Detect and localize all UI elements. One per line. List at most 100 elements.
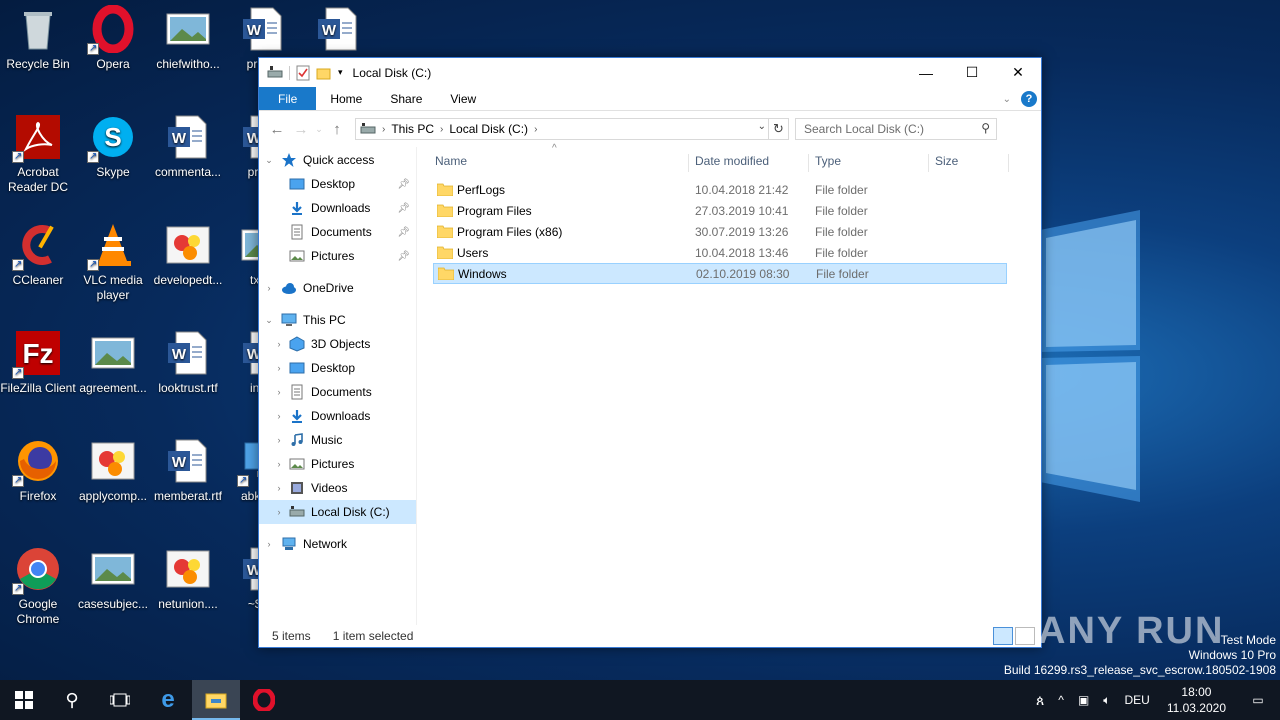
expand-chevron-icon[interactable]: › [273,411,285,421]
nav-network[interactable]: › Network [259,532,416,556]
file-row[interactable]: PerfLogs 10.04.2018 21:42 File folder [433,179,1007,200]
nav-pc-documents[interactable]: › Documents [259,380,416,404]
taskbar-edge[interactable]: e [144,680,192,720]
pin-icon[interactable]: 📌︎ [397,227,410,238]
volume-icon[interactable]: 🔈︎ [1096,693,1117,708]
collapse-chevron-icon[interactable]: ⌄ [263,315,275,326]
nav-qa-downloads[interactable]: Downloads 📌︎ [259,196,416,220]
back-button[interactable]: ← [265,121,289,138]
breadcrumb-separator[interactable]: › [382,124,385,135]
expand-ribbon-icon[interactable]: ⌄ [1003,94,1011,105]
input-language[interactable]: DEU [1117,693,1156,707]
desktop-icon[interactable]: applycomp... [75,437,151,504]
network-tray-icon[interactable]: ▣ [1071,693,1096,707]
nav-pc-local-disk-c-[interactable]: › Local Disk (C:) [259,500,416,524]
column-date-modified[interactable]: Date modified [689,154,809,172]
nav-quick-access[interactable]: ⌄ Quick access [259,148,416,172]
desktop-icon[interactable]: Firefox [0,437,76,504]
forward-button[interactable]: → [289,121,313,138]
expand-chevron-icon[interactable]: › [273,435,285,445]
file-row[interactable]: Users 10.04.2018 13:46 File folder [433,242,1007,263]
search-icon[interactable]: ⚲ [981,121,990,135]
file-row[interactable]: Windows 02.10.2019 08:30 File folder [433,263,1007,284]
breadcrumb-separator[interactable]: › [534,124,537,135]
desktop-icon[interactable]: S Skype [75,113,151,180]
desktop-icon[interactable]: Opera [75,4,151,72]
expand-chevron-icon[interactable]: › [273,459,285,469]
show-hidden-icons-icon[interactable]: ^ [1051,693,1071,707]
nav-qa-documents[interactable]: Documents 📌︎ [259,220,416,244]
desktop-icon[interactable]: CCleaner [0,221,76,288]
nav-pc-music[interactable]: › Music [259,428,416,452]
nav-onedrive[interactable]: › OneDrive [259,276,416,300]
desktop-icon[interactable]: casesubjec... [75,545,151,612]
desktop-icon[interactable]: agreement... [75,329,151,396]
nav-this-pc[interactable]: ⌄ This PC [259,308,416,332]
nav-qa-desktop[interactable]: Desktop 📌︎ [259,172,416,196]
taskbar-opera[interactable] [240,680,288,720]
task-view-button[interactable] [96,680,144,720]
desktop-icon[interactable]: Google Chrome [0,545,76,627]
nav-pc-downloads[interactable]: › Downloads [259,404,416,428]
start-button[interactable] [0,680,48,720]
minimize-button[interactable]: — [903,58,949,87]
desktop-icon[interactable]: Wlooktrust.rtf [150,329,226,396]
up-button[interactable]: ↑ [325,121,349,138]
search-input[interactable]: Search Local Disk (C:) ⚲ [795,118,997,140]
file-row[interactable]: Program Files 27.03.2019 10:41 File folder [433,200,1007,221]
desktop-icon[interactable]: Recycle Bin [0,5,76,72]
nav-pc-3d-objects[interactable]: › 3D Objects [259,332,416,356]
nav-pc-pictures[interactable]: › Pictures [259,452,416,476]
expand-chevron-icon[interactable]: › [273,507,285,517]
tab-file[interactable]: File [259,87,317,110]
close-button[interactable]: ✕ [995,58,1041,87]
expand-chevron-icon[interactable]: › [273,363,285,373]
breadcrumb-separator[interactable]: › [440,124,443,135]
refresh-icon[interactable]: ↻ [768,119,788,139]
nav-pc-desktop[interactable]: › Desktop [259,356,416,380]
nav-pc-videos[interactable]: › Videos [259,476,416,500]
collapse-chevron-icon[interactable]: ⌄ [263,155,275,166]
file-row[interactable]: Program Files (x86) 30.07.2019 13:26 File … [433,221,1007,242]
address-dropdown-icon[interactable]: ⌄ [758,121,766,132]
expand-chevron-icon[interactable]: › [263,283,275,293]
desktop-icon[interactable]: Wmemberat.rtf [150,437,226,504]
desktop-icon[interactable]: Fz FileZilla Client [0,329,76,396]
desktop-icon[interactable]: netunion.... [150,545,226,612]
expand-chevron-icon[interactable]: › [273,483,285,493]
desktop-icon[interactable]: VLC media player [75,221,151,303]
qat-dropdown-icon[interactable]: ▾ [338,67,343,78]
nav-qa-pictures[interactable]: Pictures 📌︎ [259,244,416,268]
pin-icon[interactable]: 📌︎ [397,203,410,214]
expand-chevron-icon[interactable]: › [263,539,275,549]
properties-icon[interactable] [296,65,310,81]
desktop-icon[interactable]: chiefwitho... [150,5,226,72]
breadcrumb-this-pc[interactable]: This PC [391,122,434,136]
tab-view[interactable]: View [436,87,490,110]
search-button[interactable]: ⚲ [48,680,96,720]
tab-home[interactable]: Home [316,87,376,110]
people-icon[interactable]: ጰ [1029,692,1051,709]
address-bar[interactable]: › This PC › Local Disk (C:) › ⌄ ↻ [355,118,789,140]
pin-icon[interactable]: 📌︎ [397,251,410,262]
new-folder-icon[interactable] [316,66,332,80]
pin-icon[interactable]: 📌︎ [397,179,410,190]
maximize-button[interactable]: ☐ [949,58,995,87]
column-size[interactable]: Size [929,154,1009,172]
action-center-icon[interactable]: ▭ [1236,693,1280,707]
desktop-icon[interactable]: developedt... [150,221,226,288]
help-icon[interactable]: ? [1021,91,1037,107]
desktop-icon[interactable]: Wcommenta... [150,113,226,180]
expand-chevron-icon[interactable]: › [273,339,285,349]
column-name[interactable]: Name [429,154,689,172]
desktop-icon[interactable]: W [300,5,376,57]
desktop-icon[interactable]: Acrobat Reader DC [0,113,76,195]
title-bar[interactable]: ▾ Local Disk (C:) — ☐ ✕ [259,58,1041,87]
clock[interactable]: 18:00 11.03.2020 [1157,684,1236,716]
column-type[interactable]: Type [809,154,929,172]
breadcrumb-local-disk[interactable]: Local Disk (C:) [449,122,528,136]
tab-share[interactable]: Share [376,87,436,110]
expand-chevron-icon[interactable]: › [273,387,285,397]
taskbar-file-explorer[interactable] [192,680,240,720]
recent-locations-icon[interactable]: ⌄ [313,124,325,135]
